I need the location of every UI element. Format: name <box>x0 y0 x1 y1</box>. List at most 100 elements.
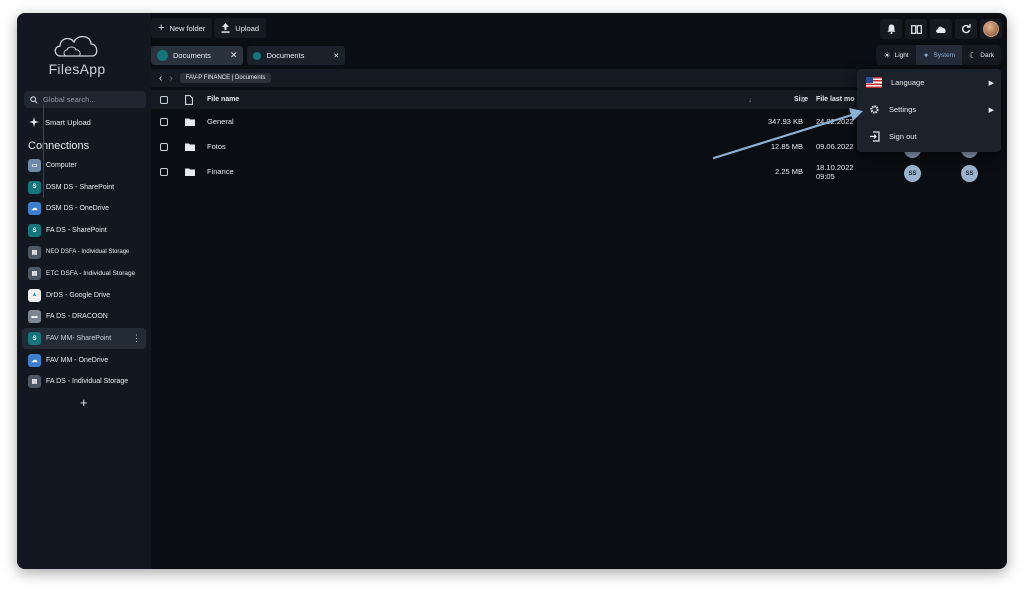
onedrive-icon: ☁ <box>28 202 41 216</box>
file-name: Fotos <box>207 142 226 151</box>
file-table: File name ↓ Size ⇅ File last mo General … <box>151 90 857 184</box>
forward-icon[interactable]: › <box>169 73 172 84</box>
refresh-icon <box>961 24 971 34</box>
close-icon[interactable]: ✕ <box>230 50 238 61</box>
tab-documents-2[interactable]: Documents ✕ <box>247 46 346 65</box>
table-header: File name ↓ Size ⇅ File last mo <box>151 90 857 109</box>
connection-item-google-drive[interactable]: ▲ DrDS - Google Drive <box>22 285 146 307</box>
path-bar: ‹ › FAV-P FINANCE | Documents <box>151 69 857 87</box>
columns-icon <box>910 24 922 34</box>
app-logo: FilesApp <box>47 31 107 77</box>
cloud-logo-icon <box>54 35 98 57</box>
avatar-badge[interactable]: SS <box>904 165 921 182</box>
user-menu-button[interactable] <box>980 19 1002 39</box>
more-options-icon[interactable]: ⋮ <box>132 332 141 345</box>
connection-item-dsm-onedrive[interactable]: ☁ DSM DS - OneDrive <box>22 198 146 220</box>
row-checkbox[interactable] <box>160 167 168 176</box>
column-last-modified[interactable]: File last mo <box>816 96 855 103</box>
dracoon-icon: ▬ <box>28 310 41 324</box>
connections-list: ▭ Computer S DSM DS - SharePoint ☁ DSM D… <box>22 155 146 393</box>
onedrive-icon: ☁ <box>28 353 41 367</box>
connection-label: FAV MM - OneDrive <box>46 356 109 364</box>
row-checkbox[interactable] <box>160 142 168 151</box>
sparkle-icon: ✦ <box>922 50 930 60</box>
computer-icon: ▭ <box>28 159 41 173</box>
connection-label: FAV MM- SharePoint <box>46 335 112 343</box>
menu-item-sign-out[interactable]: Sign out <box>857 123 1001 150</box>
table-row[interactable]: Finance 2.25 MB 18.10.2022 09:05 <box>151 159 857 184</box>
global-search-input[interactable] <box>43 95 139 104</box>
sun-icon: ☀ <box>883 50 891 60</box>
connection-item-dsm-sharepoint[interactable]: S DSM DS - SharePoint <box>22 177 146 199</box>
theme-label: Dark <box>980 51 994 59</box>
new-folder-button[interactable]: + New folder <box>151 18 213 38</box>
connection-item-computer[interactable]: ▭ Computer <box>22 155 146 177</box>
sharepoint-icon: S <box>28 332 41 346</box>
close-icon[interactable]: ✕ <box>333 52 339 60</box>
connection-label: DSM DS - SharePoint <box>46 183 115 191</box>
search-icon <box>30 95 38 104</box>
menu-item-language[interactable]: Language ▶ <box>857 69 1001 96</box>
column-divider[interactable] <box>43 104 44 198</box>
table-row[interactable]: Fotos 12.85 MB 09.06.2022 <box>151 134 857 159</box>
sharepoint-icon: S <box>28 180 41 194</box>
connection-item-fa-sharepoint[interactable]: S FA DS - SharePoint <box>22 220 146 242</box>
avatar-badge[interactable]: SS <box>961 165 978 182</box>
file-modified: 18.10.2022 09:05 <box>816 162 854 181</box>
file-size: 347.93 KB <box>767 117 803 126</box>
connection-item-fav-onedrive[interactable]: ☁ FAV MM - OneDrive <box>22 349 146 371</box>
connection-label: FA DS - DRACOON <box>46 313 108 321</box>
sort-toggle-icon[interactable]: ⇅ <box>800 96 806 104</box>
gear-icon <box>870 105 879 114</box>
menu-item-settings[interactable]: Settings ▶ <box>857 96 1001 123</box>
connection-label: Computer <box>46 162 77 170</box>
upload-button[interactable]: Upload <box>214 18 267 38</box>
bell-icon <box>887 24 895 34</box>
sign-out-icon <box>870 131 880 142</box>
connection-item-fa-storage[interactable]: ▤ FA DS - Individual Storage <box>22 371 146 393</box>
storage-icon: ▤ <box>28 267 41 281</box>
avatar <box>983 21 999 37</box>
theme-system-option[interactable]: ✦ System <box>915 45 963 65</box>
back-icon[interactable]: ‹ <box>159 73 162 84</box>
google-drive-icon: ▲ <box>28 288 41 302</box>
connection-label: FA DS - SharePoint <box>46 227 107 235</box>
folder-icon <box>185 118 195 126</box>
add-connection-button[interactable]: + <box>80 395 88 410</box>
sync-status-button[interactable] <box>930 19 952 39</box>
connection-item-dracoon[interactable]: ▬ FA DS - DRACOON <box>22 306 146 328</box>
sparkle-icon <box>29 117 39 127</box>
select-all-checkbox[interactable] <box>160 95 168 104</box>
connection-item-neo-storage[interactable]: ▤ NEO DSFA - Individual Storage <box>22 241 146 263</box>
connection-label: ETC DSFA - Individual Storage <box>46 270 136 278</box>
breadcrumb[interactable]: FAV-P FINANCE | Documents <box>179 73 272 83</box>
storage-icon: ▤ <box>28 245 41 259</box>
connection-item-etc-storage[interactable]: ▤ ETC DSFA - Individual Storage <box>22 263 146 285</box>
tab-documents-1[interactable]: Documents ✕ <box>151 46 244 65</box>
theme-label: System <box>933 51 956 59</box>
menu-item-label: Language <box>891 78 925 87</box>
connection-label: NEO DSFA - Individual Storage <box>46 249 130 256</box>
notifications-button[interactable] <box>880 19 902 39</box>
tab-label: Documents <box>266 51 305 60</box>
row-checkbox[interactable] <box>160 117 168 126</box>
theme-label: Light <box>894 51 909 59</box>
refresh-button[interactable] <box>955 19 977 39</box>
theme-light-option[interactable]: ☀ Light <box>876 45 915 65</box>
menu-item-label: Settings <box>889 105 917 114</box>
connection-item-fav-sharepoint[interactable]: S FAV MM- SharePoint ⋮ <box>22 327 146 350</box>
plus-icon: + <box>158 22 165 34</box>
moon-icon: ☾ <box>969 50 977 60</box>
theme-dark-option[interactable]: ☾ Dark <box>962 45 1001 65</box>
connection-label: DrDS - Google Drive <box>46 291 111 299</box>
tab-label: Documents <box>173 51 211 60</box>
app-name: FilesApp <box>48 61 106 77</box>
column-file-name[interactable]: File name <box>207 96 239 103</box>
upload-icon <box>221 23 230 33</box>
smart-upload-button[interactable]: Smart Upload <box>29 117 91 127</box>
theme-switch: ☀ Light ✦ System ☾ Dark <box>876 45 1001 65</box>
sort-down-icon[interactable]: ↓ <box>748 95 752 104</box>
table-row[interactable]: General 347.93 KB 24.02.2022 <box>151 109 857 134</box>
split-view-button[interactable] <box>905 19 927 39</box>
connection-label: DSM DS - OneDrive <box>46 205 110 213</box>
